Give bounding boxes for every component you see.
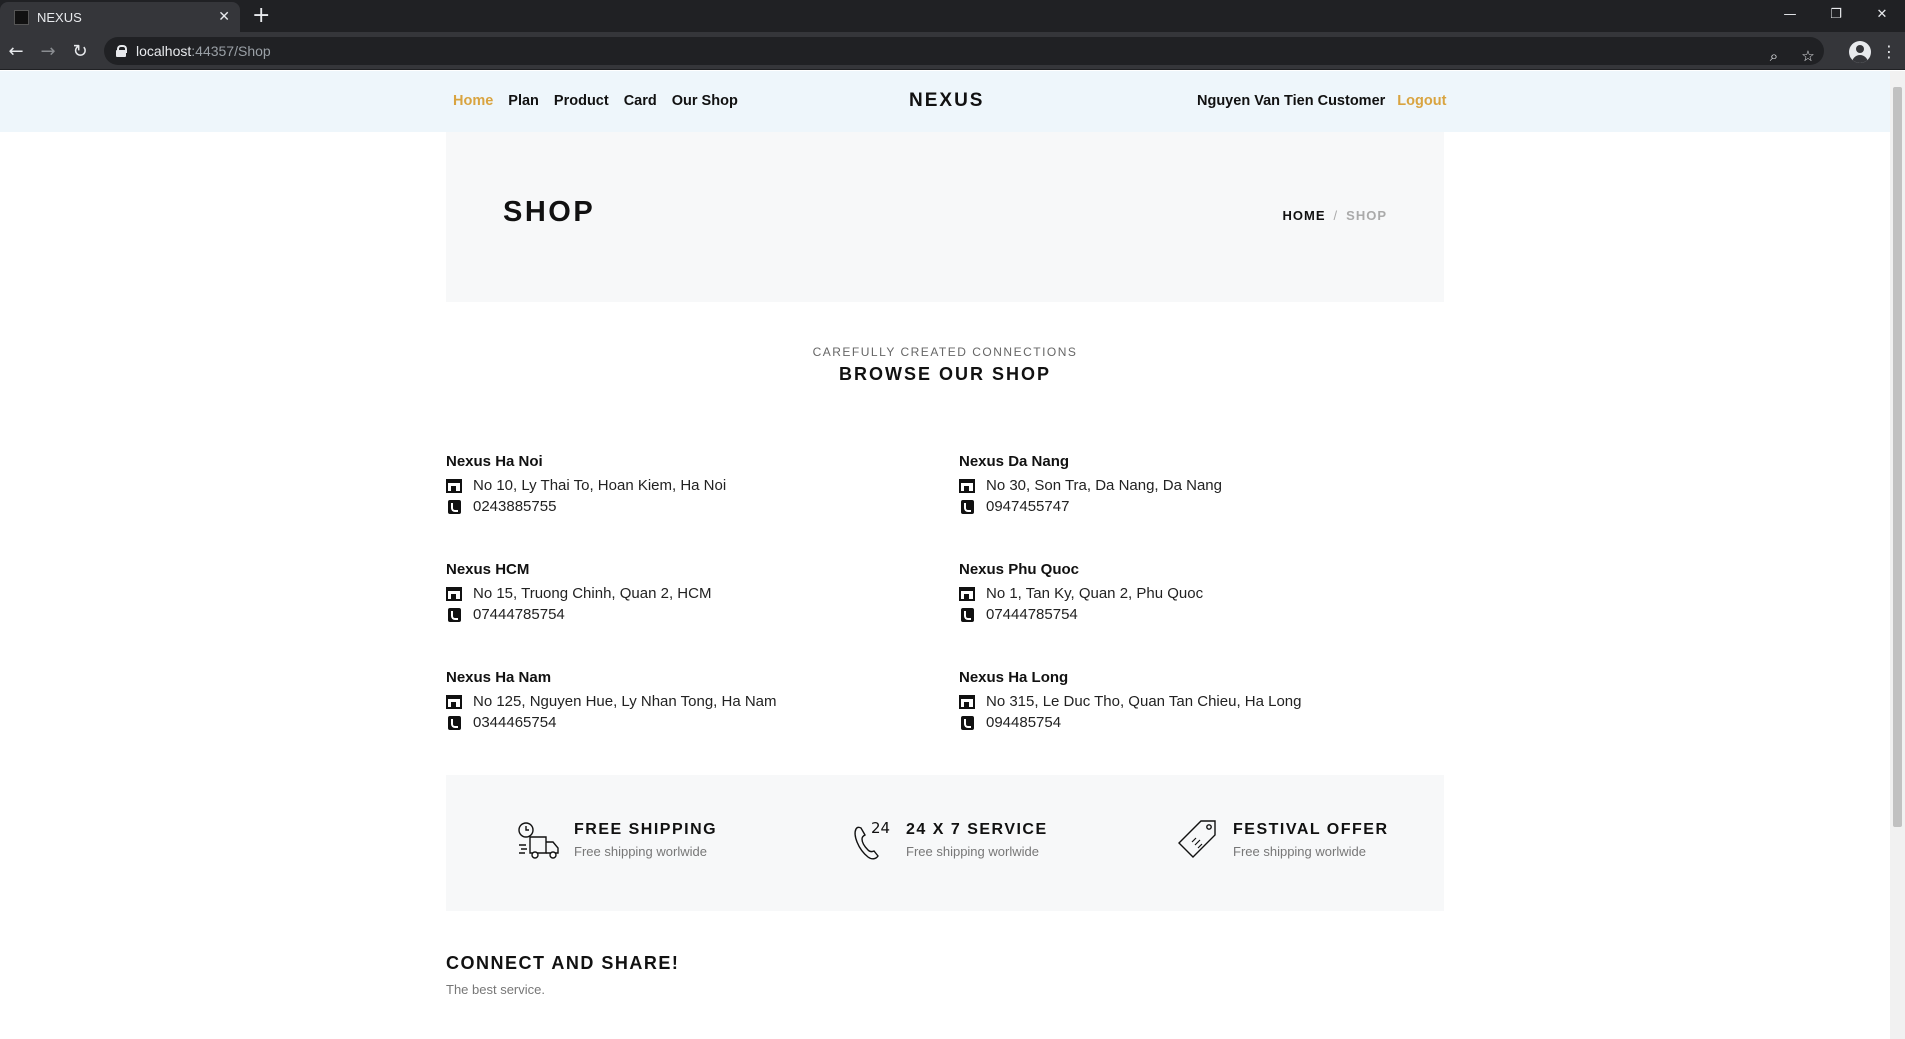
store-icon <box>446 478 462 493</box>
shop-card: Nexus Da Nang No 30, Son Tra, Da Nang, D… <box>959 453 1439 517</box>
phone-icon <box>448 499 461 514</box>
forward-icon[interactable]: → <box>36 39 60 63</box>
breadcrumb: HOME / SHOP <box>1283 208 1387 223</box>
delivery-truck-icon <box>518 822 559 859</box>
shop-address: No 10, Ly Thai To, Hoan Kiem, Ha Noi <box>473 477 727 494</box>
shop-phone: 0243885755 <box>473 498 557 515</box>
feature-title: 24 X 7 SERVICE <box>906 821 1048 838</box>
phone-icon <box>961 715 974 730</box>
url-path: :44357/Shop <box>191 43 271 59</box>
feature-title: FESTIVAL OFFER <box>1233 821 1389 838</box>
window-controls: — ❐ ✕ <box>1767 0 1905 32</box>
shop-card: Nexus Phu Quoc No 1, Tan Ky, Quan 2, Phu… <box>959 561 1439 625</box>
browser-tab-strip: NEXUS ✕ + — ❐ ✕ <box>0 0 1905 32</box>
url-host: localhost <box>136 43 192 59</box>
breadcrumb-home[interactable]: HOME <box>1283 208 1326 223</box>
phone-icon <box>448 715 461 730</box>
phone-24-icon: 24 <box>854 819 890 860</box>
feature-icon-text: 24 <box>871 819 890 837</box>
connect-subtitle: The best service. <box>446 982 545 997</box>
shop-phone: 07444785754 <box>473 606 565 623</box>
feature-subtitle: Free shipping worlwide <box>574 844 707 859</box>
restore-icon[interactable]: ❐ <box>1813 0 1859 28</box>
main-nav: Home Plan Product Card Our Shop <box>453 93 738 109</box>
store-icon <box>959 694 975 709</box>
shop-card: Nexus Ha Nam No 125, Nguyen Hue, Ly Nhan… <box>446 669 926 733</box>
shop-card: Nexus HCM No 15, Truong Chinh, Quan 2, H… <box>446 561 926 625</box>
feature-subtitle: Free shipping worlwide <box>906 844 1039 859</box>
shop-name: Nexus Phu Quoc <box>959 561 1080 578</box>
nav-product[interactable]: Product <box>554 93 609 109</box>
close-window-icon[interactable]: ✕ <box>1859 0 1905 28</box>
shop-card: Nexus Ha Long No 315, Le Duc Tho, Quan T… <box>959 669 1439 733</box>
section-kicker: CAREFULLY CREATED CONNECTIONS <box>812 345 1078 359</box>
connect-title: CONNECT AND SHARE! <box>446 953 680 973</box>
feature-service: 24 24 X 7 SERVICE Free shipping worlwide <box>848 817 1048 863</box>
store-icon <box>446 586 462 601</box>
back-icon[interactable]: ← <box>4 39 28 63</box>
shop-name: Nexus Ha Nam <box>446 669 552 686</box>
web-page: Home Plan Product Card Our Shop NEXUS Ng… <box>0 71 1890 1039</box>
price-tag-icon <box>1178 820 1216 858</box>
shop-name: Nexus Ha Noi <box>446 453 543 470</box>
browser-menu-icon[interactable]: ⋮ <box>1879 39 1899 63</box>
store-icon <box>959 586 975 601</box>
shop-phone: 0344465754 <box>473 714 557 731</box>
shop-address: No 30, Son Tra, Da Nang, Da Nang <box>986 477 1222 494</box>
logout-link[interactable]: Logout <box>1397 93 1446 109</box>
nav-plan[interactable]: Plan <box>508 93 539 109</box>
page-title: SHOP <box>503 196 596 228</box>
shop-name: Nexus HCM <box>446 561 530 578</box>
user-name[interactable]: Nguyen Van Tien Customer <box>1197 93 1385 109</box>
zoom-icon[interactable]: ⌕ <box>1764 44 1784 68</box>
phone-icon <box>961 499 974 514</box>
store-icon <box>446 694 462 709</box>
shop-phone: 094485754 <box>986 714 1062 731</box>
breadcrumb-separator: / <box>1333 208 1339 223</box>
page-banner: SHOP HOME / SHOP <box>446 132 1444 302</box>
address-bar[interactable]: localhost :44357/Shop ⌕ ☆ <box>104 37 1824 65</box>
nav-home[interactable]: Home <box>453 93 493 109</box>
feature-free-shipping: FREE SHIPPING Free shipping worlwide <box>516 817 717 863</box>
lock-icon[interactable] <box>116 45 127 57</box>
user-area: Nguyen Van Tien Customer Logout <box>1197 93 1446 109</box>
page-scrollbar[interactable] <box>1890 71 1905 1039</box>
shop-address: No 125, Nguyen Hue, Ly Nhan Tong, Ha Nam <box>473 693 777 710</box>
browser-toolbar: ← → ↻ localhost :44357/Shop ⌕ ☆ ⋮ <box>0 32 1905 70</box>
tab-close-icon[interactable]: ✕ <box>218 9 230 25</box>
scrollbar-thumb[interactable] <box>1893 87 1902 827</box>
feature-subtitle: Free shipping worlwide <box>1233 844 1366 859</box>
store-icon <box>959 478 975 493</box>
reload-icon[interactable]: ↻ <box>68 39 92 63</box>
breadcrumb-current: SHOP <box>1346 208 1387 223</box>
site-header: Home Plan Product Card Our Shop NEXUS Ng… <box>0 71 1890 132</box>
features-strip: FREE SHIPPING Free shipping worlwide 24 … <box>446 775 1444 911</box>
browser-tab[interactable]: NEXUS ✕ <box>0 2 240 32</box>
feature-festival-offer: FESTIVAL OFFER Free shipping worlwide <box>1175 817 1389 863</box>
phone-icon <box>448 607 461 622</box>
new-tab-icon[interactable]: + <box>252 4 270 28</box>
minimize-icon[interactable]: — <box>1767 0 1813 28</box>
shop-phone: 0947455747 <box>986 498 1070 515</box>
favicon-icon <box>14 9 29 25</box>
brand-logo[interactable]: NEXUS <box>909 90 984 112</box>
bookmark-star-icon[interactable]: ☆ <box>1798 44 1818 68</box>
tab-title: NEXUS <box>37 9 82 25</box>
shop-name: Nexus Da Nang <box>959 453 1070 470</box>
shop-address: No 315, Le Duc Tho, Quan Tan Chieu, Ha L… <box>986 693 1302 710</box>
phone-icon <box>961 607 974 622</box>
nav-our-shop[interactable]: Our Shop <box>672 93 738 109</box>
shop-phone: 07444785754 <box>986 606 1078 623</box>
shop-address: No 15, Truong Chinh, Quan 2, HCM <box>473 585 712 602</box>
shop-card: Nexus Ha Noi No 10, Ly Thai To, Hoan Kie… <box>446 453 926 517</box>
profile-avatar-icon[interactable] <box>1849 41 1871 63</box>
shop-name: Nexus Ha Long <box>959 669 1069 686</box>
feature-title: FREE SHIPPING <box>574 821 718 838</box>
shop-address: No 1, Tan Ky, Quan 2, Phu Quoc <box>986 585 1204 602</box>
nav-card[interactable]: Card <box>624 93 657 109</box>
section-title: BROWSE OUR SHOP <box>838 364 1051 384</box>
